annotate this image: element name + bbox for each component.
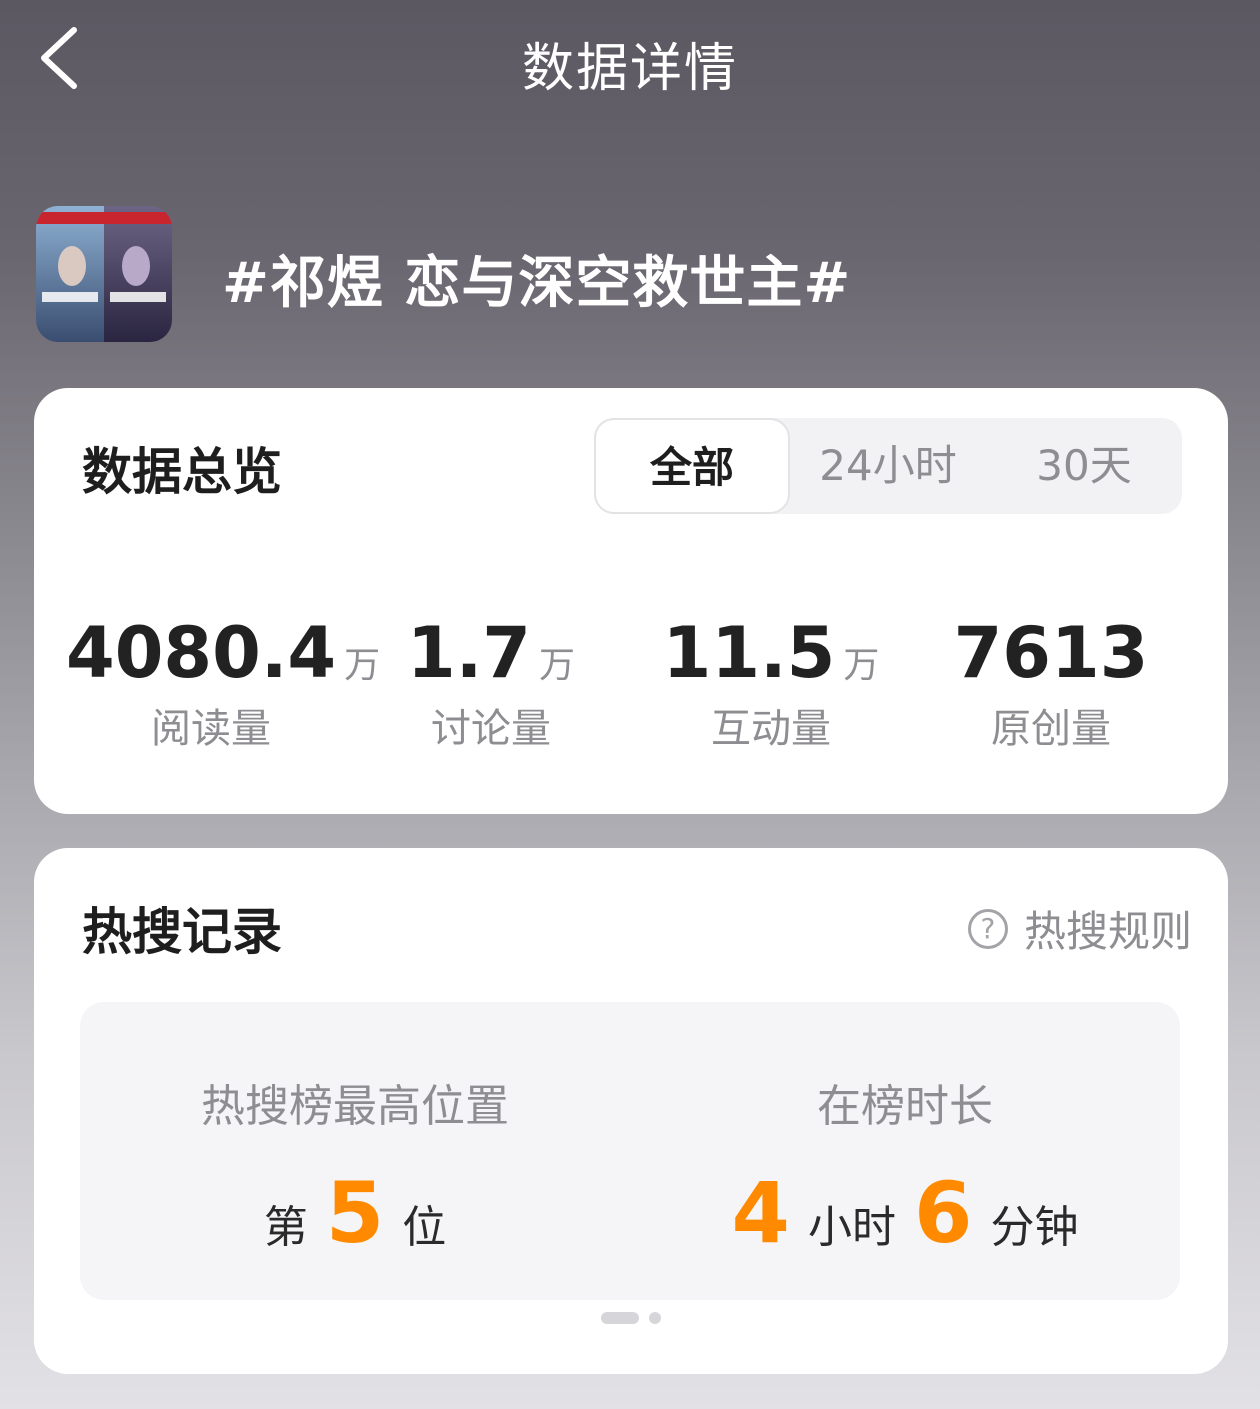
- stat-discussions: 1.7 万 讨论量: [346, 612, 636, 754]
- duration-column: 在榜时长 4 小时 6 分钟: [630, 1002, 1180, 1262]
- page-title: 数据详情: [521, 39, 738, 99]
- duration-minutes: 6: [914, 1164, 973, 1262]
- stat-discussions-value: 1.7 万: [406, 612, 576, 694]
- stat-original: 7613 原创量: [906, 612, 1196, 754]
- stat-discussions-label: 讨论量: [431, 706, 551, 752]
- page-indicator: [34, 1312, 1228, 1324]
- best-position-column: 热搜榜最高位置 第 5 位: [80, 1002, 630, 1262]
- stat-interactions: 11.5 万 互动量: [626, 612, 916, 754]
- time-range-segmented-control: 全部 24小时 30天: [594, 418, 1182, 514]
- topic-header: #祁煜 恋与深空救世主#: [36, 206, 1226, 346]
- duration-hours: 4: [731, 1164, 790, 1262]
- duration-label: 在榜时长: [817, 1081, 993, 1132]
- overview-title: 数据总览: [82, 443, 282, 501]
- stat-original-value: 7613: [953, 612, 1149, 694]
- overview-card: 数据总览 全部 24小时 30天 4080.4 万 阅读量 1.7 万 讨论量 11…: [34, 388, 1228, 814]
- duration-value: 4 小时 6 分钟: [731, 1164, 1079, 1262]
- hot-search-title: 热搜记录: [82, 903, 282, 961]
- tab-24h[interactable]: 24小时: [790, 418, 986, 514]
- best-position-label: 热搜榜最高位置: [201, 1081, 509, 1132]
- hot-search-record-panel: 热搜榜最高位置 第 5 位 在榜时长 4 小时 6 分钟: [80, 1002, 1180, 1300]
- stat-reads-value: 4080.4 万: [66, 612, 381, 694]
- stat-reads: 4080.4 万 阅读量: [66, 612, 381, 754]
- tab-30d[interactable]: 30天: [986, 418, 1182, 514]
- topic-thumbnail[interactable]: [36, 206, 172, 342]
- tab-all[interactable]: 全部: [594, 418, 790, 514]
- page-indicator-dot[interactable]: [649, 1312, 661, 1324]
- best-position-value: 第 5 位: [263, 1164, 447, 1262]
- stat-reads-label: 阅读量: [151, 706, 271, 752]
- stat-interactions-value: 11.5 万: [662, 612, 880, 694]
- topic-title: #祁煜 恋与深空救世主#: [222, 251, 852, 316]
- stat-interactions-label: 互动量: [711, 706, 831, 752]
- top-bar: 数据详情: [0, 0, 1260, 120]
- best-position-number: 5: [325, 1164, 385, 1262]
- page-indicator-active[interactable]: [601, 1312, 639, 1324]
- stat-original-label: 原创量: [991, 706, 1111, 752]
- question-circle-icon: ?: [967, 908, 1008, 949]
- hot-search-rules-label: 热搜规则: [1023, 907, 1192, 956]
- hot-search-card: 热搜记录 ? 热搜规则 热搜榜最高位置 第 5 位 在榜时长 4 小时 6 分钟: [34, 848, 1228, 1374]
- hot-search-rules-link[interactable]: ? 热搜规则: [967, 898, 1192, 959]
